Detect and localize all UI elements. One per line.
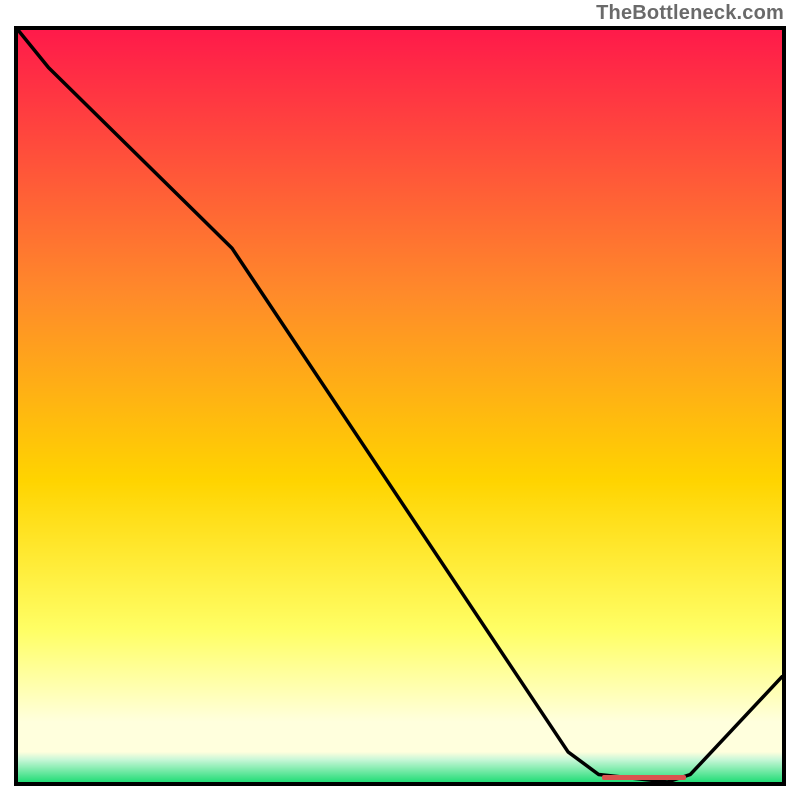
optimal-range-marker xyxy=(602,775,686,780)
chart-plot-area xyxy=(18,30,782,782)
chart-line xyxy=(18,30,782,782)
watermark-text: TheBottleneck.com xyxy=(596,2,784,25)
chart-frame xyxy=(14,26,786,786)
